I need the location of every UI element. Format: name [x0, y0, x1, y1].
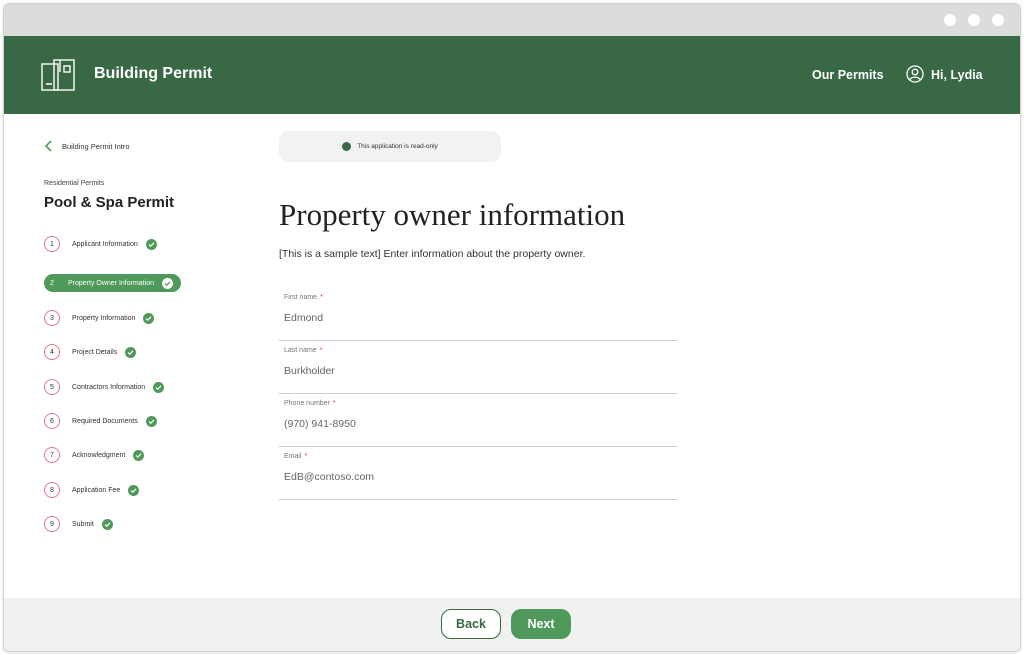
step-number: 5: [44, 379, 60, 395]
step-property-information[interactable]: 3 Property Information: [44, 308, 155, 328]
check-icon: [145, 415, 157, 427]
user-icon[interactable]: [906, 65, 924, 83]
check-icon: [128, 484, 140, 496]
step-applicant-information[interactable]: 1 Applicant Information: [44, 234, 157, 254]
field-label: Last name *: [284, 347, 323, 354]
step-submit[interactable]: 9 Submit: [44, 514, 113, 534]
check-icon: [161, 277, 173, 289]
back-button[interactable]: Back: [441, 609, 501, 639]
next-button[interactable]: Next: [511, 609, 571, 639]
field-label: Phone number *: [284, 400, 336, 407]
check-icon: [143, 312, 155, 324]
step-label: Project Details: [72, 348, 118, 356]
step-label: Property Owner Information: [68, 279, 154, 287]
permit-category: Residential Permits: [44, 180, 105, 187]
check-icon: [133, 449, 145, 461]
step-label: Required Documents: [72, 417, 138, 425]
intro-text: [This is a sample text] Enter informatio…: [279, 248, 586, 260]
step-number: 1: [44, 236, 60, 252]
window-chrome: [4, 4, 1020, 36]
footer-bar: Back Next: [4, 598, 1020, 651]
check-icon: [145, 238, 157, 250]
main-content: This application is read-only Property o…: [279, 114, 1019, 594]
back-link-label: Building Permit Intro: [62, 141, 130, 151]
step-label: Contractors Information: [72, 383, 146, 391]
step-property-owner-information[interactable]: 2 Property Owner Information: [44, 274, 181, 292]
check-icon: [125, 346, 137, 358]
check-icon: [153, 381, 165, 393]
notice-text: This application is read-only: [357, 143, 438, 150]
page-title: Property owner information: [279, 196, 626, 232]
email-field: Email *: [279, 453, 677, 500]
browser-window: Building Permit Our Permits Hi, Lydia Bu…: [3, 3, 1021, 652]
step-label: Applicant Information: [72, 240, 138, 248]
check-icon: [101, 518, 113, 530]
step-project-details[interactable]: 4 Project Details: [44, 342, 137, 362]
last-name-field: Last name *: [279, 347, 677, 394]
step-number: 3: [44, 310, 60, 326]
window-control-dot[interactable]: [992, 14, 1004, 26]
step-number: 6: [44, 413, 60, 429]
field-label: Email *: [284, 453, 308, 460]
step-number: 7: [44, 447, 60, 463]
window-control-dot[interactable]: [968, 14, 980, 26]
email-input[interactable]: [284, 469, 664, 485]
step-number: 9: [44, 516, 60, 532]
app-header: Building Permit Our Permits Hi, Lydia: [4, 36, 1020, 114]
user-greeting[interactable]: Hi, Lydia: [931, 68, 983, 82]
step-number: 8: [44, 482, 60, 498]
step-label: Property Information: [72, 314, 136, 322]
first-name-field: First name *: [279, 294, 677, 341]
step-label: Acknowledgment: [72, 451, 126, 459]
step-required-documents[interactable]: 6 Required Documents: [44, 411, 157, 431]
app-title: Building Permit: [94, 65, 213, 82]
step-number: 2: [50, 279, 54, 287]
chevron-left-icon: [44, 140, 52, 152]
back-to-intro-link[interactable]: Building Permit Intro: [44, 140, 130, 152]
step-label: Submit: [72, 520, 94, 528]
last-name-input[interactable]: [284, 363, 664, 379]
phone-number-input[interactable]: [284, 416, 664, 432]
step-label: Application Fee: [72, 486, 121, 494]
step-contractors-information[interactable]: 5 Contractors Information: [44, 377, 165, 397]
field-label: First name *: [284, 294, 323, 301]
building-logo-icon: [41, 59, 75, 91]
phone-number-field: Phone number *: [279, 400, 677, 447]
step-application-fee[interactable]: 8 Application Fee: [44, 480, 140, 500]
our-permits-link[interactable]: Our Permits: [812, 68, 884, 82]
window-control-dot[interactable]: [944, 14, 956, 26]
step-acknowledgment[interactable]: 7 Acknowledgment: [44, 445, 145, 465]
info-icon: [342, 142, 352, 151]
permit-title: Pool & Spa Permit: [44, 194, 175, 211]
sidebar: Building Permit Intro Residential Permit…: [4, 114, 264, 594]
first-name-input[interactable]: [284, 310, 664, 326]
read-only-notice: This application is read-only: [279, 131, 501, 162]
step-number: 4: [44, 344, 60, 360]
